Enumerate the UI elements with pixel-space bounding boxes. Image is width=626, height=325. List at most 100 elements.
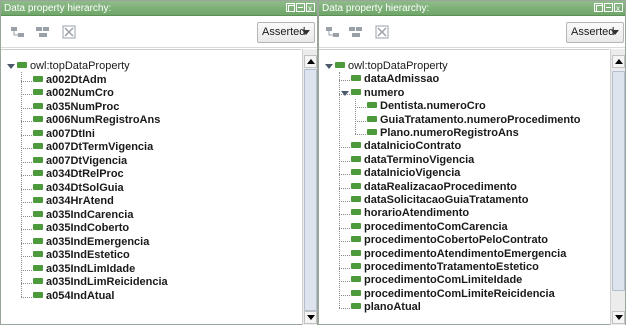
tree-node[interactable]: procedimentoComLimiteIdade [351, 274, 522, 287]
tree-node[interactable]: procedimentoTratamentoEstetico [351, 261, 539, 274]
add-subproperty-icon[interactable] [10, 25, 26, 39]
tree-node-label: a006NumRegistroAns [46, 114, 161, 126]
tree-node[interactable]: a035IndEmergencia [33, 236, 149, 249]
tree-node-label: a034DtSolGuia [46, 181, 124, 194]
data-property-icon [367, 102, 377, 109]
data-property-icon [351, 169, 361, 176]
scroll-down-button[interactable] [612, 311, 625, 324]
tree-node[interactable]: dataAdmissao [351, 73, 439, 86]
tree-connector [355, 107, 366, 109]
tree-node[interactable]: dataTerminoVigencia [351, 154, 474, 167]
float-view-icon[interactable] [286, 3, 295, 12]
data-property-icon [33, 237, 43, 244]
tree-node[interactable]: dataRealizacaoProcedimento [351, 181, 517, 194]
tree-node[interactable]: planoAtual [351, 301, 421, 314]
float-view-icon[interactable] [594, 3, 603, 12]
tree-node-label: a034DtRelProc [46, 168, 124, 180]
tree-node[interactable]: a007DtTermVigencia [33, 141, 153, 154]
expand-icon[interactable] [325, 64, 333, 69]
tree-connector [21, 94, 32, 95]
tree-root-node[interactable]: owl:topDataProperty [335, 60, 448, 73]
tree-root-node[interactable]: owl:topDataProperty [17, 60, 130, 73]
close-view-icon[interactable] [614, 1, 623, 16]
data-property-icon [351, 209, 361, 216]
delete-property-icon[interactable] [61, 25, 77, 39]
tree-node-label: dataAdmissao [364, 73, 440, 86]
tree-node-label: procedimentoCobertoPeloContrato [364, 234, 548, 247]
tree-node-label: owl:topDataProperty [30, 60, 130, 72]
tree-node-label: Dentista.numeroCro [380, 100, 486, 113]
tree-connector [339, 80, 350, 82]
tree-node[interactable]: a034DtRelProc [33, 168, 124, 181]
vertical-scrollbar[interactable] [302, 49, 317, 325]
tree-node[interactable]: Dentista.numeroCro [367, 100, 486, 113]
tree-connector [355, 120, 366, 122]
minimize-view-icon[interactable] [604, 3, 613, 12]
tree-node-label: procedimentoComLimiteReicidencia [364, 287, 555, 300]
data-property-icon [351, 155, 361, 162]
panel-title: Data property hierarchy: [4, 3, 112, 14]
tree-node[interactable]: a035IndLimReicidencia [33, 276, 168, 289]
tree-node[interactable]: a035NumProc [33, 101, 119, 114]
expand-icon[interactable] [341, 90, 349, 96]
tree-node[interactable]: procedimentoComLimiteReicidencia [351, 288, 555, 301]
scroll-up-button[interactable] [612, 55, 625, 68]
tree-node[interactable]: a035IndEstetico [33, 249, 130, 262]
data-property-icon [367, 115, 377, 122]
minimize-view-icon[interactable] [296, 3, 305, 12]
add-subproperty-icon[interactable] [325, 25, 341, 39]
data-property-icon [33, 224, 43, 231]
scroll-down-button[interactable] [304, 311, 317, 324]
tree-node[interactable]: a002NumCro [33, 87, 114, 100]
data-property-icon [33, 251, 43, 258]
tree-node[interactable]: a035IndLimIdade [33, 263, 135, 276]
scroll-thumb[interactable] [612, 71, 625, 291]
tree-connector [339, 281, 350, 283]
data-property-icon [351, 196, 361, 203]
data-property-icon [351, 289, 361, 296]
tree-node[interactable]: dataInicioVigencia [351, 167, 460, 180]
tree-node[interactable]: a002DtAdm [33, 74, 107, 87]
data-property-icon [335, 62, 345, 69]
panel-title: Data property hierarchy: [322, 3, 430, 14]
tree-node-label: horarioAtendimento [364, 207, 470, 220]
dropdown-arrow-icon [611, 30, 619, 35]
right-data-property-panel: Data property hierarchy: Asserted owl:to… [318, 0, 626, 325]
tree-node[interactable]: procedimentoCobertoPeloContrato [351, 234, 548, 247]
close-view-icon[interactable] [306, 1, 315, 16]
tree-node[interactable]: a007DtVigencia [33, 155, 127, 168]
tree-node[interactable]: procedimentoComCarencia [351, 221, 508, 234]
expand-icon[interactable] [7, 64, 15, 69]
tree-node[interactable]: a035IndCoberto [33, 222, 129, 235]
tree-connector [339, 160, 350, 162]
tree-node-label: a035IndEmergencia [46, 235, 150, 248]
tree-connector [355, 98, 356, 134]
tree-node[interactable]: Plano.numeroRegistroAns [367, 127, 519, 140]
tree-node[interactable]: a035IndCarencia [33, 209, 133, 222]
vertical-scrollbar[interactable] [610, 49, 625, 325]
tree-node[interactable]: a034HrAtend [33, 195, 114, 208]
tree-node[interactable]: a007DtIni [33, 128, 95, 141]
data-property-icon [33, 156, 43, 163]
tree-node[interactable]: dataInicioContrato [351, 140, 461, 153]
scroll-thumb[interactable] [304, 69, 317, 311]
tree-node[interactable]: procedimentoAtendimentoEmergencia [351, 248, 566, 261]
delete-property-icon[interactable] [374, 25, 390, 39]
add-sibling-icon[interactable] [35, 25, 51, 39]
tree-connector [21, 148, 32, 149]
hierarchy-mode-select[interactable]: Asserted [566, 22, 624, 43]
tree-connector [339, 214, 350, 216]
hierarchy-mode-select[interactable]: Asserted [257, 22, 315, 43]
tree-node[interactable]: GuiaTratamento.numeroProcedimento [367, 114, 580, 127]
tree-node[interactable]: horarioAtendimento [351, 207, 469, 220]
data-property-icon [367, 129, 377, 136]
tree-connector [355, 134, 366, 135]
tree-node[interactable]: a054IndAtual [33, 290, 114, 303]
add-sibling-icon[interactable] [348, 25, 364, 39]
tree-node[interactable]: a034DtSolGuia [33, 182, 124, 195]
tree-node[interactable]: a006NumRegistroAns [33, 114, 160, 127]
tree-node[interactable]: dataSolicitacaoGuiaTratamento [351, 194, 528, 207]
tree-connector [21, 256, 32, 257]
tree-node[interactable]: numero [351, 87, 404, 100]
scroll-up-button[interactable] [304, 55, 317, 68]
